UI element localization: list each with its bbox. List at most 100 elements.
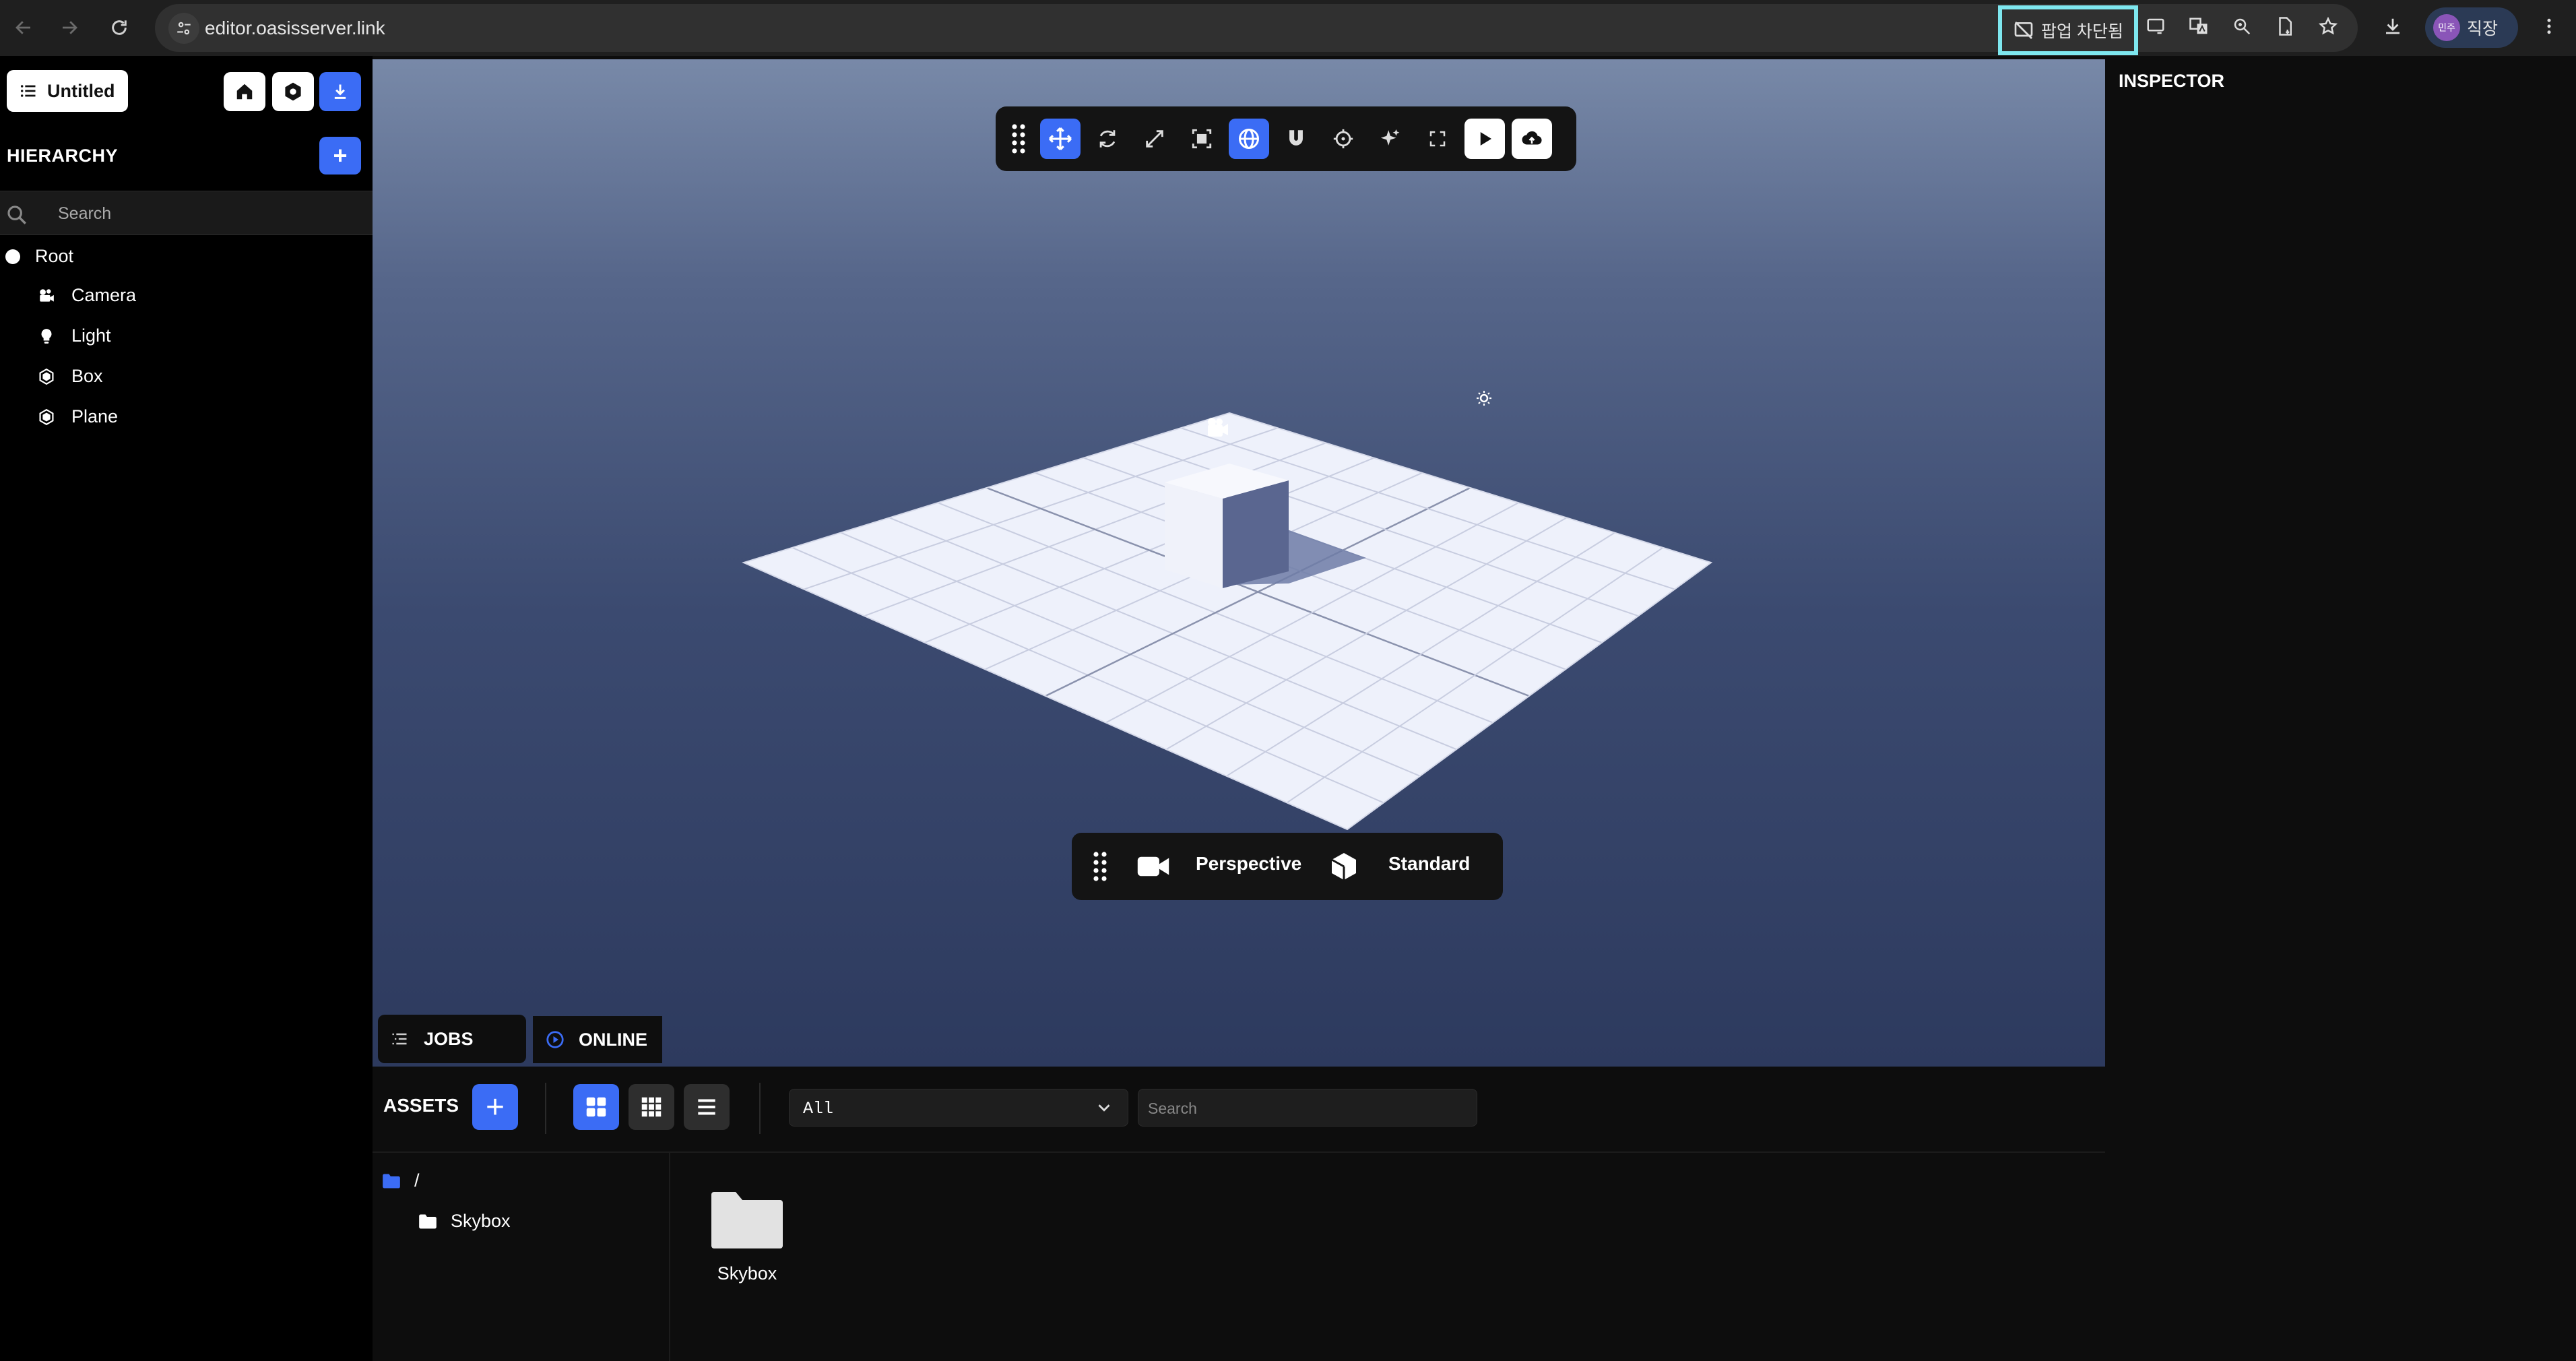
render-mode-label[interactable]: Standard xyxy=(1388,853,1470,875)
online-button[interactable]: ONLINE xyxy=(533,1016,662,1063)
download-icon[interactable] xyxy=(2378,11,2408,41)
profile-button[interactable]: 민주 직장 xyxy=(2425,7,2518,48)
tree-item-root[interactable]: Root xyxy=(5,246,73,267)
resize-icon xyxy=(1146,130,1163,148)
sparkle-icon xyxy=(1380,129,1400,146)
add-entity-button[interactable]: + xyxy=(319,137,361,175)
asset-type-select[interactable]: All xyxy=(789,1089,1128,1127)
home-icon xyxy=(236,84,253,100)
tree-item-label: Plane xyxy=(71,406,119,426)
large-grid-view-button[interactable] xyxy=(573,1084,619,1130)
list-view-button[interactable] xyxy=(684,1084,730,1130)
root-dot-icon xyxy=(5,249,20,264)
more-menu-icon[interactable] xyxy=(2534,11,2564,41)
play-circle-icon xyxy=(546,1031,564,1048)
folder-tree-label: / xyxy=(414,1170,420,1191)
fullscreen-icon xyxy=(1429,131,1446,147)
snap-button[interactable] xyxy=(1276,119,1316,159)
tree-item-camera[interactable]: Camera xyxy=(38,285,136,306)
url-text[interactable]: editor.oasisserver.link xyxy=(205,18,385,39)
asset-search-input[interactable] xyxy=(1148,1096,1464,1120)
asset-search xyxy=(1138,1089,1477,1127)
page-info-icon[interactable] xyxy=(2270,11,2300,41)
folder-icon xyxy=(419,1214,437,1228)
camera-mode-bar: Perspective Standard xyxy=(1072,833,1503,900)
transform-toolbar xyxy=(996,106,1576,171)
divider xyxy=(545,1083,546,1134)
scale-tool-button[interactable] xyxy=(1134,119,1175,159)
scene-render[interactable] xyxy=(373,59,2105,1067)
hierarchy-search-input[interactable] xyxy=(58,201,354,226)
tree-item-plane[interactable]: Plane xyxy=(38,406,118,427)
left-panel: Untitled HIERARCHY + Root Camera Light B… xyxy=(0,56,373,1361)
play-button[interactable] xyxy=(1464,119,1505,159)
box-mesh[interactable] xyxy=(1165,464,1289,588)
jobs-label: JOBS xyxy=(424,1028,474,1049)
folder-tree-root[interactable]: / xyxy=(382,1170,420,1191)
online-label: ONLINE xyxy=(579,1029,648,1050)
folder-icon xyxy=(383,1174,400,1188)
divider xyxy=(373,1151,2105,1153)
resize-tool-button[interactable] xyxy=(1182,119,1222,159)
tree-item-label: Camera xyxy=(71,285,137,305)
popup-blocked-indicator[interactable]: 팝업 차단됨 xyxy=(1998,5,2138,55)
hierarchy-title: HIERARCHY xyxy=(7,146,119,166)
asset-tile[interactable]: Skybox xyxy=(708,1191,786,1284)
add-asset-button[interactable]: + xyxy=(472,1084,518,1130)
publish-button[interactable] xyxy=(1512,119,1552,159)
cube-icon[interactable] xyxy=(1328,850,1360,886)
focus-button[interactable] xyxy=(1323,119,1363,159)
tree-item-label: Box xyxy=(71,366,103,386)
zoom-icon[interactable] xyxy=(2227,11,2257,41)
browser-toolbar: editor.oasisserver.link 팝업 차단됨 민주 직장 xyxy=(0,0,2576,56)
grid-large-icon xyxy=(586,1097,606,1117)
assets-panel: ASSETS + All / Skybox Skybox xyxy=(373,1067,2105,1361)
site-settings-icon[interactable] xyxy=(168,13,199,44)
hexagon-icon xyxy=(39,408,54,425)
light-gizmo-icon[interactable] xyxy=(1477,391,1491,406)
hierarchy-search xyxy=(0,191,373,235)
camera-mode-label[interactable]: Perspective xyxy=(1196,853,1301,875)
search-icon xyxy=(7,205,26,224)
play-icon xyxy=(1480,132,1491,146)
fullscreen-button[interactable] xyxy=(1417,119,1458,159)
inspector-title: INSPECTOR xyxy=(2119,71,2225,91)
forward-icon[interactable] xyxy=(54,12,85,43)
translate-icon[interactable] xyxy=(2184,11,2214,41)
bounding-box-icon xyxy=(1192,129,1212,149)
settings-button[interactable] xyxy=(272,72,314,111)
jobs-button[interactable]: JOBS xyxy=(378,1015,526,1063)
globe-icon xyxy=(1239,129,1259,149)
gear-icon xyxy=(285,82,301,101)
home-button[interactable] xyxy=(224,72,265,111)
camera-icon xyxy=(40,288,54,302)
small-grid-view-button[interactable] xyxy=(629,1084,674,1130)
crosshair-icon xyxy=(1333,129,1353,149)
asset-type-value: All xyxy=(803,1099,834,1118)
rotate-tool-button[interactable] xyxy=(1087,119,1128,159)
project-menu-button[interactable]: Untitled xyxy=(7,70,128,112)
drag-handle-icon[interactable] xyxy=(998,119,1039,159)
rotate-icon xyxy=(1099,130,1116,148)
avatar: 민주 xyxy=(2433,14,2460,41)
ai-assist-button[interactable] xyxy=(1370,119,1411,159)
tree-item-light[interactable]: Light xyxy=(38,325,111,346)
drag-handle-icon[interactable] xyxy=(1092,850,1108,886)
scene-viewport[interactable]: Perspective Standard JOBS ONLINE xyxy=(373,59,2105,1067)
bookmark-star-icon[interactable] xyxy=(2313,11,2343,41)
world-space-button[interactable] xyxy=(1229,119,1269,159)
back-icon[interactable] xyxy=(8,12,39,43)
list-icon xyxy=(698,1099,715,1115)
list-icon xyxy=(392,1033,407,1045)
video-camera-icon[interactable] xyxy=(1136,853,1170,883)
light-bulb-icon xyxy=(41,328,52,344)
cast-icon[interactable] xyxy=(2141,11,2170,41)
folder-tree-item[interactable]: Skybox xyxy=(418,1211,511,1232)
inspector-panel: INSPECTOR xyxy=(2105,56,2576,1361)
project-title: Untitled xyxy=(47,80,115,101)
tree-item-box[interactable]: Box xyxy=(38,366,103,387)
cloud-upload-icon xyxy=(1522,131,1542,145)
translate-tool-button[interactable] xyxy=(1040,119,1081,159)
export-button[interactable] xyxy=(319,72,361,111)
reload-icon[interactable] xyxy=(104,12,135,43)
